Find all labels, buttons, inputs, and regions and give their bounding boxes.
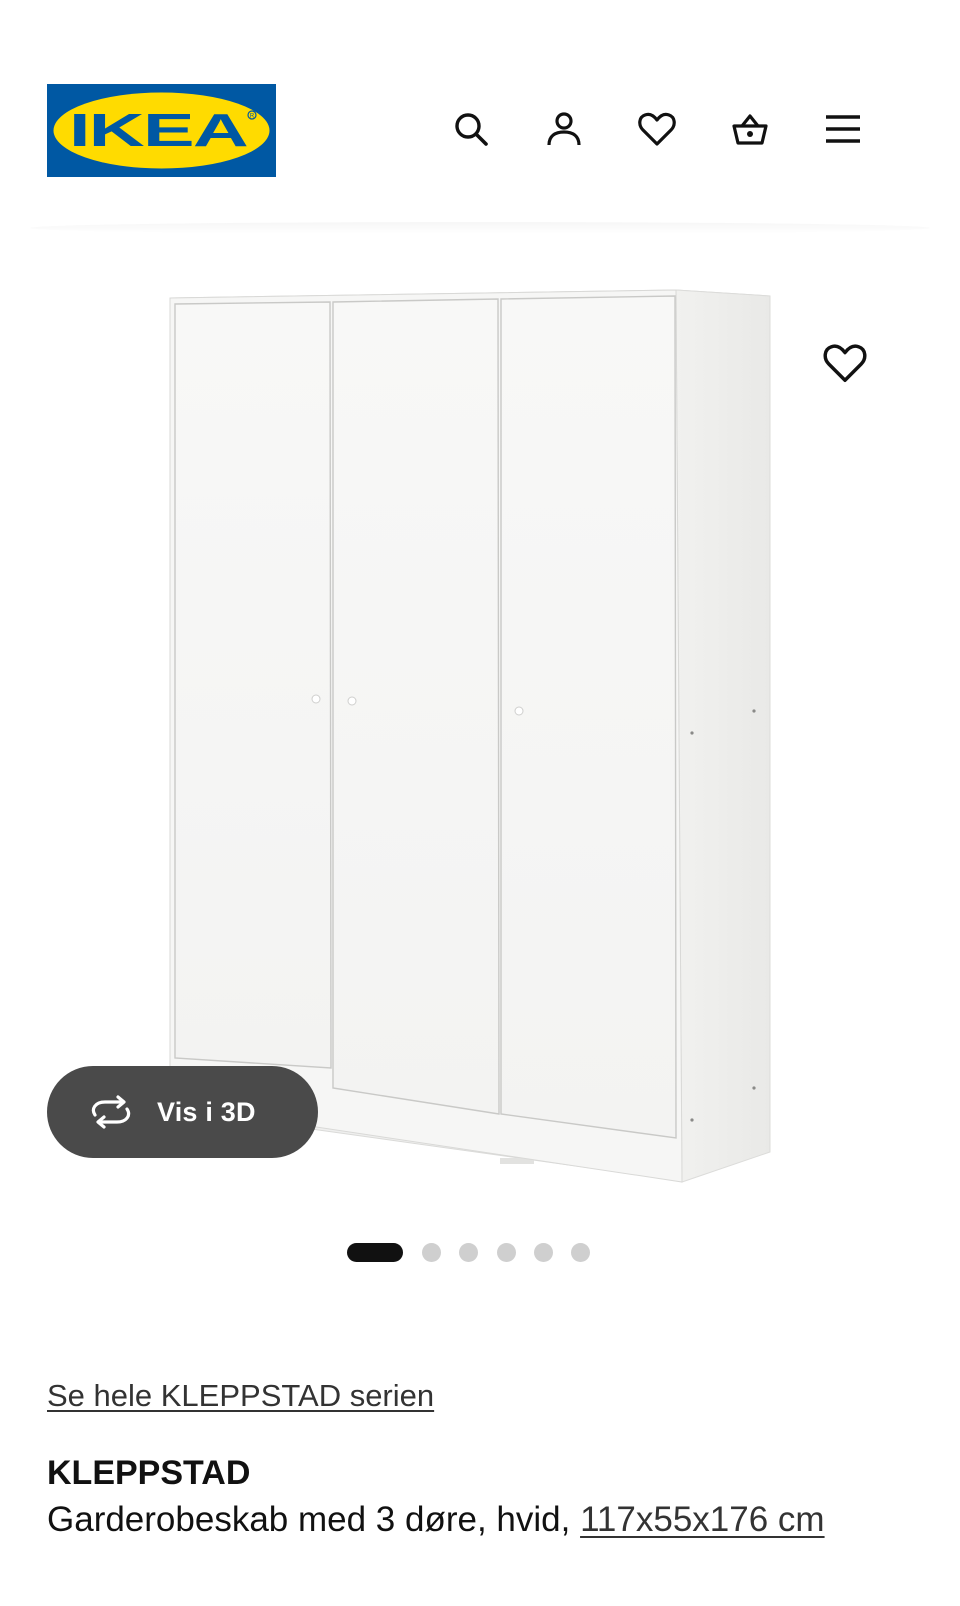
menu-button[interactable] — [818, 104, 868, 154]
header: IKEA R — [0, 0, 960, 234]
ikea-logo[interactable]: IKEA R — [47, 84, 276, 177]
heart-icon — [638, 112, 676, 146]
menu-icon — [826, 115, 860, 143]
view-3d-label: Vis i 3D — [157, 1096, 256, 1127]
carousel-dot-4[interactable] — [497, 1243, 516, 1262]
account-button[interactable] — [539, 104, 589, 154]
product-description: Garderobeskab med 3 døre, hvid, 117x55x1… — [47, 1500, 825, 1540]
carousel-dot-2[interactable] — [422, 1243, 441, 1262]
search-button[interactable] — [446, 104, 496, 154]
product-name: KLEPPSTAD — [47, 1454, 251, 1492]
add-to-favourites-button[interactable] — [818, 336, 872, 390]
carousel-indicator — [0, 1240, 960, 1264]
header-divider — [30, 222, 930, 234]
product-description-text: Garderobeskab med 3 døre, hvid, — [47, 1500, 571, 1539]
rotate-3d-icon — [91, 1095, 131, 1129]
carousel-dot-1[interactable] — [347, 1243, 403, 1262]
basket-button[interactable] — [725, 104, 775, 154]
svg-text:R: R — [250, 113, 255, 119]
carousel-dot-6[interactable] — [571, 1243, 590, 1262]
product-dimensions-link[interactable]: 117x55x176 cm — [580, 1500, 825, 1539]
search-icon — [455, 113, 488, 146]
view-3d-button[interactable]: Vis i 3D — [47, 1066, 318, 1158]
heart-icon — [823, 344, 867, 382]
svg-text:IKEA: IKEA — [69, 104, 247, 156]
carousel-dot-5[interactable] — [534, 1243, 553, 1262]
basket-icon — [732, 114, 768, 145]
account-icon — [547, 112, 581, 146]
favourites-button[interactable] — [632, 104, 682, 154]
series-link[interactable]: Se hele KLEPPSTAD serien — [47, 1378, 434, 1414]
carousel-dot-3[interactable] — [459, 1243, 478, 1262]
